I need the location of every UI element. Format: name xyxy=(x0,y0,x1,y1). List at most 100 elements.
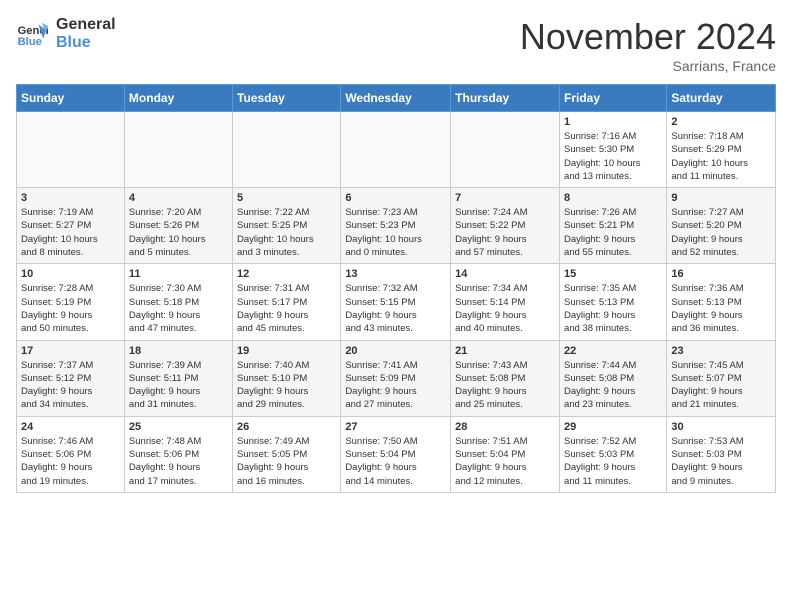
location: Sarrians, France xyxy=(520,58,776,74)
day-number: 13 xyxy=(345,268,446,280)
day-number: 19 xyxy=(237,345,336,357)
calendar-cell: 10 Sunrise: 7:28 AMSunset: 5:19 PMDayligh… xyxy=(17,264,125,340)
calendar-cell: 25Sunrise: 7:48 AMSunset: 5:06 PMDayligh… xyxy=(124,416,232,492)
calendar-cell: 28 Sunrise: 7:51 AMSunset: 5:04 PMDayligh… xyxy=(451,416,560,492)
day-number: 30 xyxy=(671,421,771,433)
calendar-cell: 14Sunrise: 7:34 AMSunset: 5:14 PMDayligh… xyxy=(451,264,560,340)
calendar-cell: 6 Sunrise: 7:23 AMSunset: 5:23 PMDaylight… xyxy=(341,188,451,264)
day-info: Sunrise: 7:37 AMSunset: 5:12 PMDaylight:… xyxy=(21,359,120,412)
day-info: Sunrise: 7:53 AMSunset: 5:03 PMDaylight:… xyxy=(671,435,771,488)
calendar-week-row: 1 Sunrise: 7:16 AMSunset: 5:30 PMDaylight… xyxy=(17,112,776,188)
day-number: 14 xyxy=(455,268,555,280)
calendar-header-thursday: Thursday xyxy=(451,85,560,112)
calendar-cell: 29Sunrise: 7:52 AMSunset: 5:03 PMDayligh… xyxy=(559,416,666,492)
calendar-cell: 12 Sunrise: 7:31 AMSunset: 5:17 PMDayligh… xyxy=(233,264,341,340)
day-number: 22 xyxy=(564,345,662,357)
day-info: Sunrise: 7:46 AMSunset: 5:06 PMDaylight:… xyxy=(21,435,120,488)
day-info: Sunrise: 7:28 AMSunset: 5:19 PMDaylight:… xyxy=(21,282,120,335)
page-header: General Blue General Blue November 2024 … xyxy=(16,16,776,74)
calendar-week-row: 24 Sunrise: 7:46 AMSunset: 5:06 PMDayligh… xyxy=(17,416,776,492)
day-info: Sunrise: 7:51 AMSunset: 5:04 PMDaylight:… xyxy=(455,435,555,488)
calendar-cell: 16Sunrise: 7:36 AMSunset: 5:13 PMDayligh… xyxy=(667,264,776,340)
day-number: 15 xyxy=(564,268,662,280)
calendar-cell xyxy=(233,112,341,188)
calendar-header-monday: Monday xyxy=(124,85,232,112)
day-number: 6 xyxy=(345,192,446,204)
day-info: Sunrise: 7:44 AMSunset: 5:08 PMDaylight:… xyxy=(564,359,662,412)
day-number: 10 xyxy=(21,268,120,280)
day-info: Sunrise: 7:31 AMSunset: 5:17 PMDaylight:… xyxy=(237,282,336,335)
calendar-cell xyxy=(451,112,560,188)
day-info: Sunrise: 7:45 AMSunset: 5:07 PMDaylight:… xyxy=(671,359,771,412)
calendar-cell: 7 Sunrise: 7:24 AMSunset: 5:22 PMDaylight… xyxy=(451,188,560,264)
calendar-header-wednesday: Wednesday xyxy=(341,85,451,112)
day-info: Sunrise: 7:26 AMSunset: 5:21 PMDaylight:… xyxy=(564,206,662,259)
day-number: 4 xyxy=(129,192,228,204)
calendar-cell: 3 Sunrise: 7:19 AMSunset: 5:27 PMDaylight… xyxy=(17,188,125,264)
day-number: 23 xyxy=(671,345,771,357)
calendar-cell xyxy=(124,112,232,188)
day-number: 12 xyxy=(237,268,336,280)
calendar-cell: 8 Sunrise: 7:26 AMSunset: 5:21 PMDaylight… xyxy=(559,188,666,264)
calendar-cell: 20Sunrise: 7:41 AMSunset: 5:09 PMDayligh… xyxy=(341,340,451,416)
calendar-cell: 11 Sunrise: 7:30 AMSunset: 5:18 PMDayligh… xyxy=(124,264,232,340)
day-number: 7 xyxy=(455,192,555,204)
day-number: 3 xyxy=(21,192,120,204)
day-number: 20 xyxy=(345,345,446,357)
day-number: 24 xyxy=(21,421,120,433)
calendar-cell: 2 Sunrise: 7:18 AMSunset: 5:29 PMDaylight… xyxy=(667,112,776,188)
calendar-cell: 4Sunrise: 7:20 AMSunset: 5:26 PMDaylight… xyxy=(124,188,232,264)
calendar-cell: 21 Sunrise: 7:43 AMSunset: 5:08 PMDayligh… xyxy=(451,340,560,416)
day-info: Sunrise: 7:30 AMSunset: 5:18 PMDaylight:… xyxy=(129,282,228,335)
calendar-week-row: 3 Sunrise: 7:19 AMSunset: 5:27 PMDaylight… xyxy=(17,188,776,264)
day-info: Sunrise: 7:19 AMSunset: 5:27 PMDaylight:… xyxy=(21,206,120,259)
day-number: 8 xyxy=(564,192,662,204)
logo-text-blue: Blue xyxy=(56,34,116,52)
day-info: Sunrise: 7:35 AMSunset: 5:13 PMDaylight:… xyxy=(564,282,662,335)
day-number: 26 xyxy=(237,421,336,433)
day-info: Sunrise: 7:50 AMSunset: 5:04 PMDaylight:… xyxy=(345,435,446,488)
day-info: Sunrise: 7:39 AMSunset: 5:11 PMDaylight:… xyxy=(129,359,228,412)
day-number: 28 xyxy=(455,421,555,433)
calendar-cell: 9 Sunrise: 7:27 AMSunset: 5:20 PMDaylight… xyxy=(667,188,776,264)
calendar-cell: 1 Sunrise: 7:16 AMSunset: 5:30 PMDaylight… xyxy=(559,112,666,188)
calendar-cell: 19 Sunrise: 7:40 AMSunset: 5:10 PMDayligh… xyxy=(233,340,341,416)
day-info: Sunrise: 7:27 AMSunset: 5:20 PMDaylight:… xyxy=(671,206,771,259)
day-number: 16 xyxy=(671,268,771,280)
day-info: Sunrise: 7:23 AMSunset: 5:23 PMDaylight:… xyxy=(345,206,446,259)
day-number: 2 xyxy=(671,116,771,128)
calendar-week-row: 10 Sunrise: 7:28 AMSunset: 5:19 PMDayligh… xyxy=(17,264,776,340)
logo-text-general: General xyxy=(56,16,116,34)
day-info: Sunrise: 7:40 AMSunset: 5:10 PMDaylight:… xyxy=(237,359,336,412)
day-info: Sunrise: 7:49 AMSunset: 5:05 PMDaylight:… xyxy=(237,435,336,488)
day-number: 9 xyxy=(671,192,771,204)
day-number: 25 xyxy=(129,421,228,433)
calendar-cell: 17Sunrise: 7:37 AMSunset: 5:12 PMDayligh… xyxy=(17,340,125,416)
calendar-header-tuesday: Tuesday xyxy=(233,85,341,112)
day-info: Sunrise: 7:18 AMSunset: 5:29 PMDaylight:… xyxy=(671,130,771,183)
calendar-cell: 5Sunrise: 7:22 AMSunset: 5:25 PMDaylight… xyxy=(233,188,341,264)
day-number: 1 xyxy=(564,116,662,128)
day-number: 11 xyxy=(129,268,228,280)
calendar-cell: 18 Sunrise: 7:39 AMSunset: 5:11 PMDayligh… xyxy=(124,340,232,416)
day-info: Sunrise: 7:16 AMSunset: 5:30 PMDaylight:… xyxy=(564,130,662,183)
calendar-cell: 27 Sunrise: 7:50 AMSunset: 5:04 PMDayligh… xyxy=(341,416,451,492)
day-info: Sunrise: 7:43 AMSunset: 5:08 PMDaylight:… xyxy=(455,359,555,412)
calendar-cell: 23 Sunrise: 7:45 AMSunset: 5:07 PMDayligh… xyxy=(667,340,776,416)
day-info: Sunrise: 7:24 AMSunset: 5:22 PMDaylight:… xyxy=(455,206,555,259)
day-number: 21 xyxy=(455,345,555,357)
calendar-cell: 15 Sunrise: 7:35 AMSunset: 5:13 PMDayligh… xyxy=(559,264,666,340)
calendar-cell: 13Sunrise: 7:32 AMSunset: 5:15 PMDayligh… xyxy=(341,264,451,340)
calendar-header-sunday: Sunday xyxy=(17,85,125,112)
calendar-cell: 24 Sunrise: 7:46 AMSunset: 5:06 PMDayligh… xyxy=(17,416,125,492)
logo-icon: General Blue xyxy=(16,18,48,50)
calendar-header-friday: Friday xyxy=(559,85,666,112)
month-title: November 2024 xyxy=(520,16,776,58)
day-number: 18 xyxy=(129,345,228,357)
calendar-cell xyxy=(341,112,451,188)
logo: General Blue General Blue xyxy=(16,16,116,51)
calendar-cell xyxy=(17,112,125,188)
day-number: 27 xyxy=(345,421,446,433)
calendar-week-row: 17Sunrise: 7:37 AMSunset: 5:12 PMDayligh… xyxy=(17,340,776,416)
day-info: Sunrise: 7:52 AMSunset: 5:03 PMDaylight:… xyxy=(564,435,662,488)
